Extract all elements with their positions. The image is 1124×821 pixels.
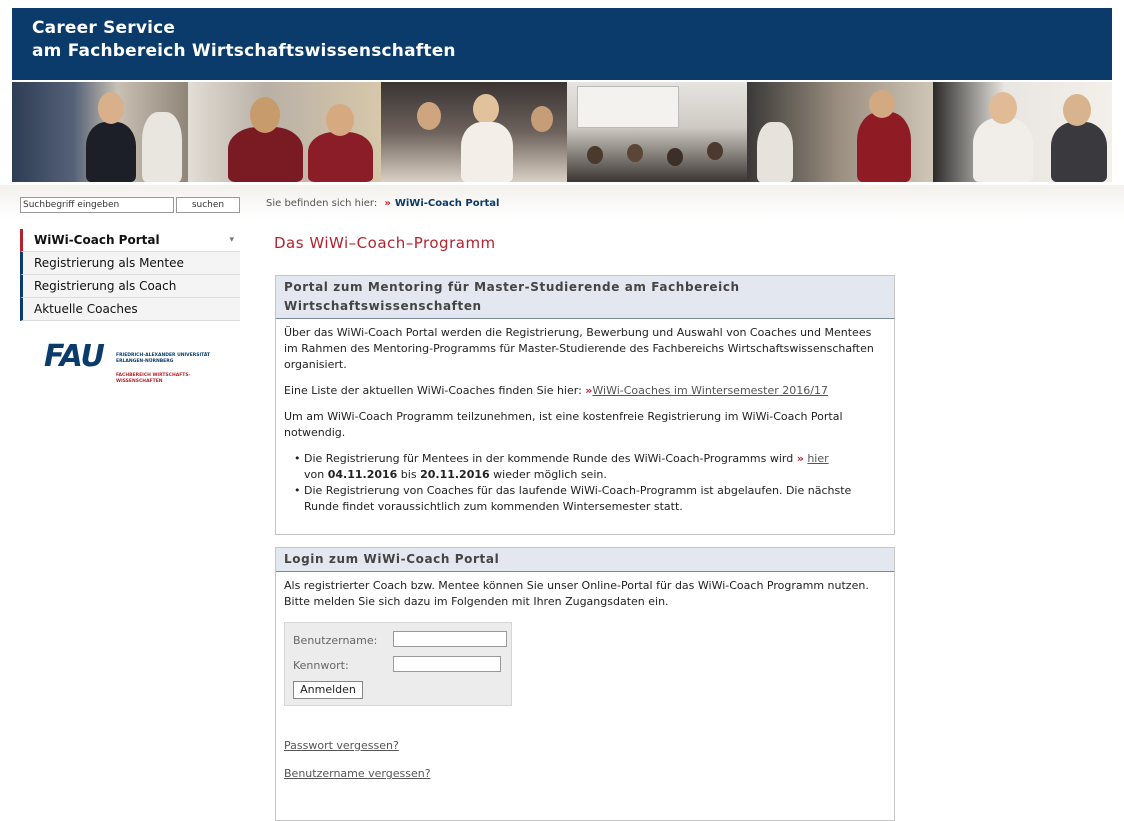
fau-logo-faculty: FACHBEREICH WIRTSCHAFTS-WISSENSCHAFTEN xyxy=(116,373,191,384)
bullet-1-text: Die Registrierung für Mentees in der kom… xyxy=(304,452,797,465)
sidebar-item-label: Aktuelle Coaches xyxy=(34,302,138,316)
login-box: Login zum WiWi-Coach Portal Als registri… xyxy=(275,547,895,821)
site-title-line1: Career Service xyxy=(32,18,176,38)
sidebar-nav: WiWi-Coach Portal ▾ Registrierung als Me… xyxy=(20,229,240,321)
login-intro-1: Als registrierter Coach bzw. Mentee könn… xyxy=(284,579,869,592)
sidebar-item-label: WiWi-Coach Portal xyxy=(34,233,160,247)
info-paragraph-2-text: Eine Liste der aktuellen WiWi-Coaches fi… xyxy=(284,384,586,397)
banner-photo-4 xyxy=(567,82,747,182)
breadcrumb-current[interactable]: WiWi-Coach Portal xyxy=(395,198,500,209)
info-paragraph-3: Um am WiWi-Coach Programm teilzunehmen, … xyxy=(284,410,843,439)
bullet-1-to: bis xyxy=(397,468,421,481)
username-field[interactable] xyxy=(393,631,507,647)
password-field[interactable] xyxy=(393,656,501,672)
bullet-1-end-date: 20.11.2016 xyxy=(420,468,490,481)
sidebar-item-label: Registrierung als Mentee xyxy=(34,256,184,270)
sidebar-item-registrierung-coach[interactable]: Registrierung als Coach xyxy=(20,275,240,298)
login-form: Benutzername: Kennwort: Anmelden xyxy=(284,622,512,706)
login-intro-2: Bitte melden Sie sich dazu im Folgenden … xyxy=(284,595,669,608)
site-title[interactable]: Career Service am Fachbereich Wirtschaft… xyxy=(32,17,456,63)
breadcrumb-prefix: Sie befinden sich hier: xyxy=(266,198,378,209)
forgot-username-link[interactable]: Benutzername vergessen? xyxy=(284,766,431,782)
login-box-body: Als registrierter Coach bzw. Mentee könn… xyxy=(276,572,894,780)
info-bullet-list: Die Registrierung für Mentees in der kom… xyxy=(284,451,886,515)
username-label: Benutzername: xyxy=(293,634,378,647)
banner-photo-1 xyxy=(12,82,188,182)
bullet-1-end: wieder möglich sein. xyxy=(489,468,607,481)
fau-logo[interactable]: FAU FRIEDRICH-ALEXANDER UNIVERSITÄT ERLA… xyxy=(44,339,210,384)
banner-photo-2 xyxy=(188,82,381,182)
bullet-1-from: von xyxy=(304,468,328,481)
search-input[interactable]: Suchbegriff eingeben xyxy=(20,197,174,213)
banner-photo-6 xyxy=(933,82,1112,182)
info-box-heading: Portal zum Mentoring für Master-Studiere… xyxy=(276,276,894,319)
info-paragraph-1: Über das WiWi-Coach Portal werden die Re… xyxy=(284,326,874,371)
site-header: Career Service am Fachbereich Wirtschaft… xyxy=(12,8,1112,80)
password-label: Kennwort: xyxy=(293,659,349,672)
info-paragraph-2: Eine Liste der aktuellen WiWi-Coaches fi… xyxy=(284,383,886,399)
link-arrow-icon: » xyxy=(796,452,804,465)
sidebar-item-registrierung-mentee[interactable]: Registrierung als Mentee xyxy=(20,252,240,275)
list-item: Die Registrierung für Mentees in der kom… xyxy=(294,451,886,483)
sidebar-item-wiwi-coach-portal[interactable]: WiWi-Coach Portal ▾ xyxy=(20,229,240,252)
coaches-list-link[interactable]: WiWi-Coaches im Wintersemester 2016/17 xyxy=(592,384,828,397)
sidebar-item-aktuelle-coaches[interactable]: Aktuelle Coaches xyxy=(20,298,240,321)
fau-logo-mark: FAU xyxy=(44,339,105,374)
sidebar-item-label: Registrierung als Coach xyxy=(34,279,177,293)
login-box-heading: Login zum WiWi-Coach Portal xyxy=(276,548,894,572)
chevron-down-icon: ▾ xyxy=(229,235,234,245)
info-box: Portal zum Mentoring für Master-Studiere… xyxy=(275,275,895,535)
site-title-line2: am Fachbereich Wirtschaftswissenschaften xyxy=(32,41,456,61)
breadcrumb-arrow-icon: » xyxy=(384,198,391,209)
page-title: Das WiWi–Coach–Programm xyxy=(274,234,496,252)
search-button[interactable]: suchen xyxy=(176,197,240,213)
banner-photo-5 xyxy=(747,82,933,182)
forgot-password-link[interactable]: Passwort vergessen? xyxy=(284,738,399,754)
banner-photo-3 xyxy=(381,82,567,182)
mentee-registration-link[interactable]: hier xyxy=(807,452,828,465)
info-box-body: Über das WiWi-Coach Portal werden die Re… xyxy=(276,319,894,521)
bullet-1-start-date: 04.11.2016 xyxy=(327,468,398,481)
list-item: Die Registrierung von Coaches für das la… xyxy=(294,483,886,515)
breadcrumb: Sie befinden sich hier: » WiWi-Coach Port… xyxy=(266,198,499,209)
login-button[interactable]: Anmelden xyxy=(293,681,363,699)
photo-banner xyxy=(12,82,1112,182)
fau-logo-university: FRIEDRICH-ALEXANDER UNIVERSITÄT ERLANGEN… xyxy=(116,353,211,364)
